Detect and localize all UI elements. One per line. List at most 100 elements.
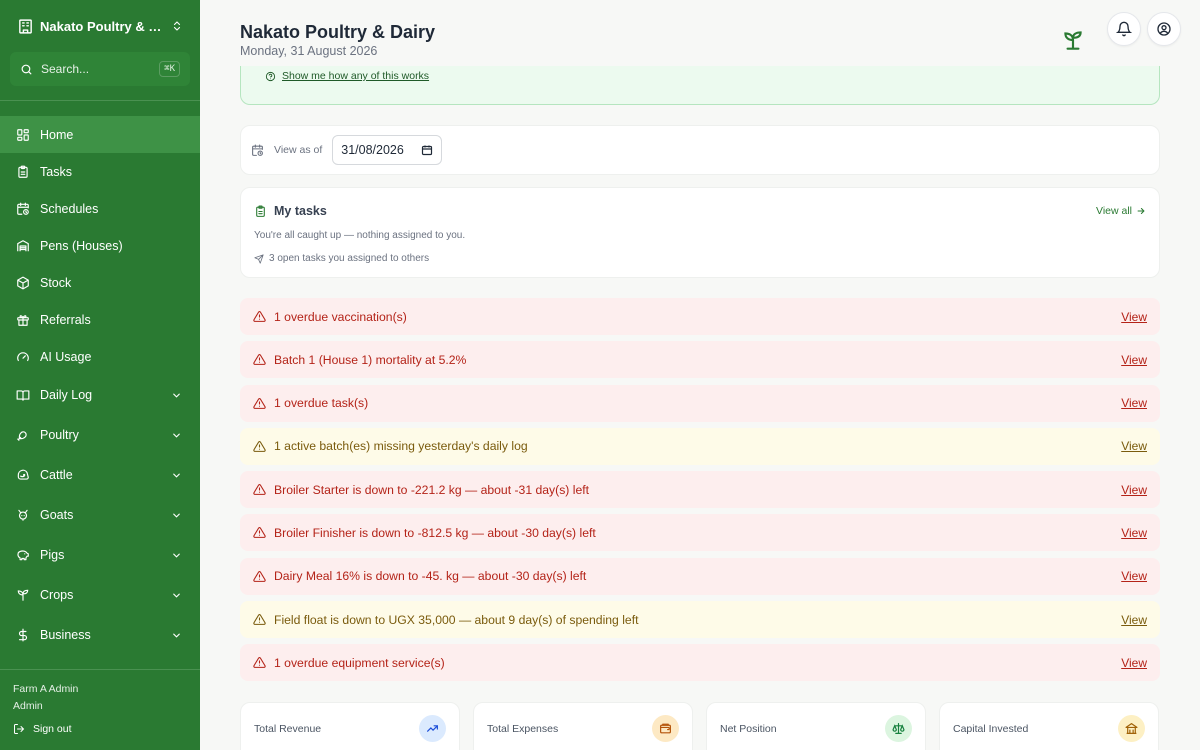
alert-view-link[interactable]: View (1121, 396, 1147, 410)
alert-view-link[interactable]: View (1121, 353, 1147, 367)
wallet-icon (652, 715, 679, 742)
goat-icon (18, 509, 28, 521)
alert-triangle-icon (253, 484, 266, 496)
help-link-text: Show me how any of this works (282, 70, 430, 82)
alert-view-link[interactable]: View (1121, 613, 1147, 627)
kpi-net-position[interactable]: Net Position (706, 702, 926, 750)
sidebar-group-cattle[interactable]: Cattle (0, 455, 200, 495)
alert-row: Broiler Finisher is down to -812.5 kg — … (240, 514, 1160, 552)
sidebar-item-label: Pens (Houses) (40, 238, 123, 253)
log-out-icon (14, 724, 25, 734)
sidebar-item-referrals[interactable]: Referrals (0, 301, 200, 338)
alert-triangle-icon (253, 614, 266, 625)
alert-text: Broiler Finisher is down to -812.5 kg — … (274, 525, 596, 540)
home-grid-icon (17, 128, 29, 141)
gift-icon (17, 314, 29, 326)
user-circle-icon (1157, 22, 1171, 36)
alert-view-link[interactable]: View (1121, 656, 1147, 670)
view-as-label: View as of (274, 144, 323, 156)
alert-view-link[interactable]: View (1121, 310, 1147, 324)
sidebar-group-poultry[interactable]: Poultry (0, 415, 200, 455)
chevron-down-icon (173, 473, 180, 478)
farm-name: Nakato Poultry & Dairy (40, 18, 164, 34)
alert-row: 1 overdue task(s) View (240, 384, 1160, 422)
sidebar-group-label: Daily Log (40, 388, 93, 402)
alert-text: Batch 1 (House 1) mortality at 5.2% (274, 352, 467, 367)
alert-row: Dairy Meal 16% is down to -45. kg — abou… (240, 557, 1160, 595)
sidebar-footer: Farm A Admin Admin Sign out (0, 669, 200, 750)
sidebar-group-label: Poultry (40, 428, 79, 442)
gauge-icon (17, 351, 29, 361)
sidebar-group-business[interactable]: Business (0, 615, 200, 655)
sidebar-item-home[interactable]: Home (0, 116, 200, 153)
alert-row: 1 overdue vaccination(s) View (240, 298, 1160, 335)
view-all-tasks-link[interactable]: View all (1096, 205, 1146, 217)
chevron-down-icon (173, 393, 180, 398)
kpi-total-expenses[interactable]: Total Expenses (473, 702, 693, 750)
sidebar-item-ai-usage[interactable]: AI Usage (0, 338, 200, 375)
kpi-label: Capital Invested (953, 723, 1029, 735)
alert-view-link[interactable]: View (1121, 439, 1147, 453)
view-as-card: View as of 31/08/2026 (240, 125, 1160, 175)
alert-text: Dairy Meal 16% is down to -45. kg — abou… (274, 569, 587, 584)
alert-text: Broiler Starter is down to -221.2 kg — a… (274, 482, 589, 497)
alert-text: Field float is down to UGX 35,000 — abou… (274, 612, 639, 627)
alert-triangle-icon (253, 570, 266, 582)
alert-triangle-icon (253, 527, 266, 539)
alert-row: Batch 1 (House 1) mortality at 5.2% View (240, 341, 1160, 379)
my-tasks-header: My tasks (254, 204, 327, 218)
alert-triangle-icon (253, 657, 266, 669)
chevron-down-icon (173, 593, 180, 598)
notifications-button[interactable] (1107, 12, 1141, 46)
chevron-down-icon (173, 553, 180, 558)
sidebar-item-pens[interactable]: Pens (Houses) (0, 227, 200, 264)
alert-view-link[interactable]: View (1121, 526, 1147, 540)
sidebar-item-label: AI Usage (40, 349, 92, 364)
account-button[interactable] (1147, 12, 1181, 46)
kpi-capital-invested[interactable]: Capital Invested (939, 702, 1159, 750)
scale-icon (885, 715, 912, 742)
sprout-icon (17, 589, 29, 601)
view-as-date-input[interactable]: 31/08/2026 (332, 135, 443, 165)
user-name: Farm A Admin (13, 683, 79, 695)
sidebar-item-schedules[interactable]: Schedules (0, 190, 200, 227)
user-role: Admin (13, 700, 43, 712)
tasks-assigned-to-others[interactable]: 3 open tasks you assigned to others (254, 253, 429, 264)
farm-switcher[interactable]: Nakato Poultry & Dairy (0, 0, 200, 52)
search-box[interactable]: Search... ⌘K (10, 52, 190, 86)
search-shortcut: ⌘K (159, 61, 180, 77)
page-date: Monday, 31 August 2026 (240, 44, 378, 58)
sidebar-group-goats[interactable]: Goats (0, 495, 200, 535)
kpi-label: Total Revenue (254, 723, 322, 735)
sidebar-group-label: Pigs (40, 548, 65, 562)
chevrons-up-down-icon (173, 21, 181, 31)
sidebar-group-daily-log[interactable]: Daily Log (0, 375, 200, 415)
sidebar-item-label: Schedules (40, 201, 99, 216)
alert-text: 1 overdue task(s) (274, 396, 369, 411)
page-title: Nakato Poultry & Dairy (240, 22, 436, 42)
sidebar-group-pigs[interactable]: Pigs (0, 535, 200, 575)
sign-out-button[interactable]: Sign out (13, 723, 187, 735)
sidebar-group-label: Crops (40, 588, 74, 602)
my-tasks-title: My tasks (274, 204, 327, 218)
alert-triangle-icon (253, 311, 266, 322)
sidebar-item-stock[interactable]: Stock (0, 264, 200, 301)
search-placeholder: Search... (41, 62, 90, 76)
help-link[interactable]: Show me how any of this works (265, 70, 429, 82)
alert-row: 1 active batch(es) missing yesterday's d… (240, 427, 1160, 465)
kpi-total-revenue[interactable]: Total Revenue (240, 702, 460, 750)
calendar-clock-icon (252, 144, 263, 156)
sidebar-group-label: Business (40, 628, 91, 642)
sidebar-item-tasks[interactable]: Tasks (0, 153, 200, 190)
sidebar-divider (0, 100, 200, 101)
sidebar-group-crops[interactable]: Crops (0, 575, 200, 615)
tasks-assigned-text: 3 open tasks you assigned to others (269, 253, 430, 264)
alert-view-link[interactable]: View (1121, 569, 1147, 583)
alert-view-link[interactable]: View (1121, 483, 1147, 497)
view-all-label: View all (1096, 205, 1132, 217)
arrow-right-icon (1137, 207, 1145, 215)
package-icon (17, 276, 29, 289)
sidebar: Nakato Poultry & Dairy Search... ⌘K Home… (0, 0, 200, 750)
clipboard-icon (18, 165, 28, 178)
send-icon (254, 253, 264, 264)
